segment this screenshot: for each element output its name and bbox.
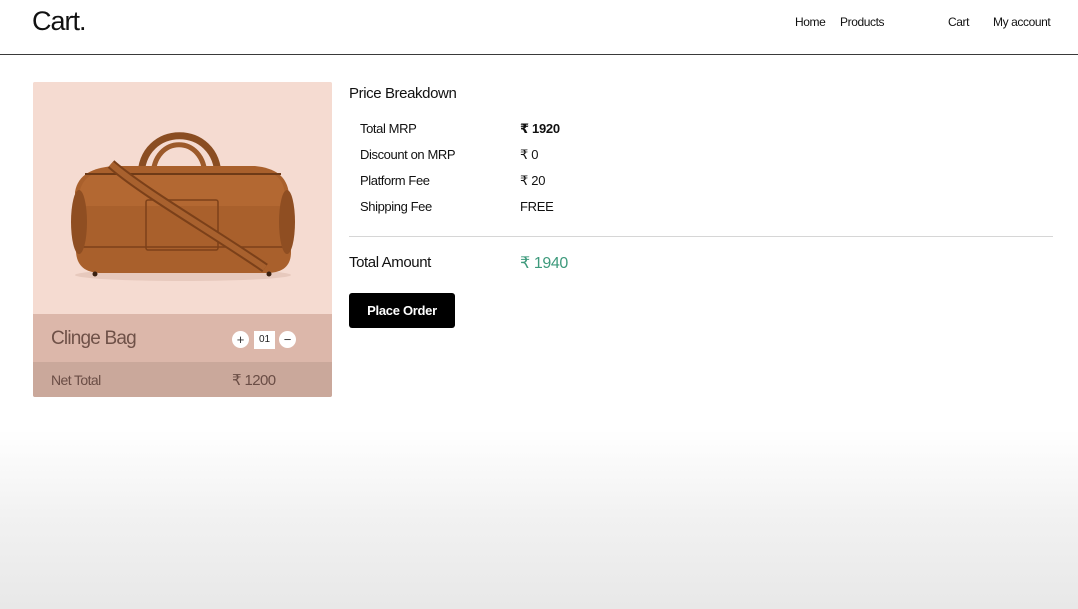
discount-value: ₹ 0: [520, 147, 539, 162]
product-name: Clinge Bag: [51, 328, 137, 349]
total-mrp-value: ₹ 1920: [520, 121, 560, 136]
net-total-row: Net Total ₹ 1200: [33, 362, 332, 397]
top-header: Cart. Home Products Cart My account: [0, 0, 1078, 55]
shipping-fee-value: FREE: [520, 199, 554, 214]
price-breakdown-title: Price Breakdown: [349, 85, 457, 102]
decrease-quantity-button[interactable]: −: [279, 331, 296, 348]
total-amount-label: Total Amount: [349, 254, 431, 271]
increase-quantity-button[interactable]: +: [232, 331, 249, 348]
bag-illustration: [71, 132, 295, 281]
platform-fee-label: Platform Fee: [360, 173, 430, 188]
net-total-label: Net Total: [51, 372, 101, 388]
product-name-row: Clinge Bag + 01 −: [33, 314, 332, 362]
total-mrp-label: Total MRP: [360, 121, 417, 136]
nav-account-link[interactable]: My account: [993, 15, 1051, 29]
site-logo[interactable]: Cart.: [32, 6, 87, 37]
cart-item-card: Clinge Bag + 01 − Net Total ₹ 1200: [33, 82, 332, 397]
total-amount-value: ₹ 1940: [520, 255, 568, 272]
shipping-fee-label: Shipping Fee: [360, 199, 432, 214]
place-order-button[interactable]: Place Order: [349, 293, 455, 328]
discount-label: Discount on MRP: [360, 147, 456, 162]
nav-home-link[interactable]: Home: [795, 15, 826, 29]
product-image: [33, 82, 332, 314]
nav-cart-link[interactable]: Cart: [948, 15, 969, 29]
net-total-value: ₹ 1200: [232, 372, 276, 389]
quantity-value: 01: [254, 331, 275, 349]
nav-products-link[interactable]: Products: [840, 15, 885, 29]
platform-fee-value: ₹ 20: [520, 173, 546, 188]
breakdown-divider: [349, 236, 1053, 237]
